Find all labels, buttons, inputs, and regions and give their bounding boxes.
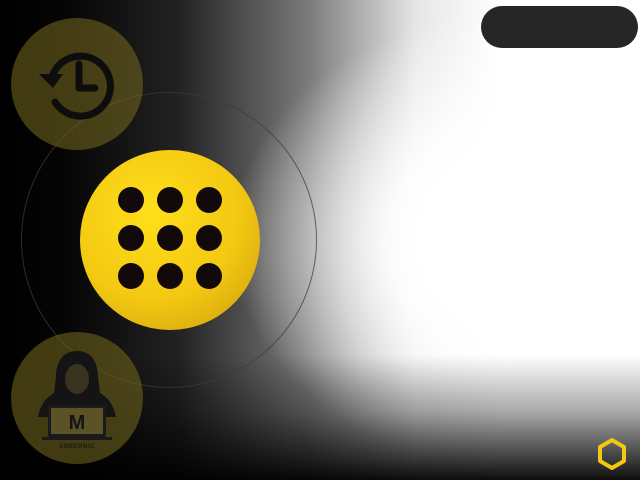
grid-dot <box>118 263 144 289</box>
grid-dot <box>118 225 144 251</box>
grid-dot <box>118 187 144 213</box>
launcher-screen: M ANBERNIC <box>0 0 640 480</box>
grid-dot <box>157 187 183 213</box>
profile-button[interactable]: M ANBERNIC <box>11 332 143 464</box>
anbernic-hacker-avatar-icon: M ANBERNIC <box>38 351 116 450</box>
history-button[interactable] <box>11 18 143 150</box>
grid-dot <box>196 187 222 213</box>
status-pill <box>481 6 638 48</box>
avatar-letter: M <box>69 412 86 434</box>
apps-button[interactable] <box>80 150 260 330</box>
hexagon-icon <box>598 438 626 470</box>
history-icon <box>39 52 114 120</box>
grid-dot <box>157 225 183 251</box>
grid-dot <box>157 263 183 289</box>
grid-dot <box>196 225 222 251</box>
brand-label: ANBERNIC <box>59 444 95 450</box>
grid-dot <box>196 263 222 289</box>
